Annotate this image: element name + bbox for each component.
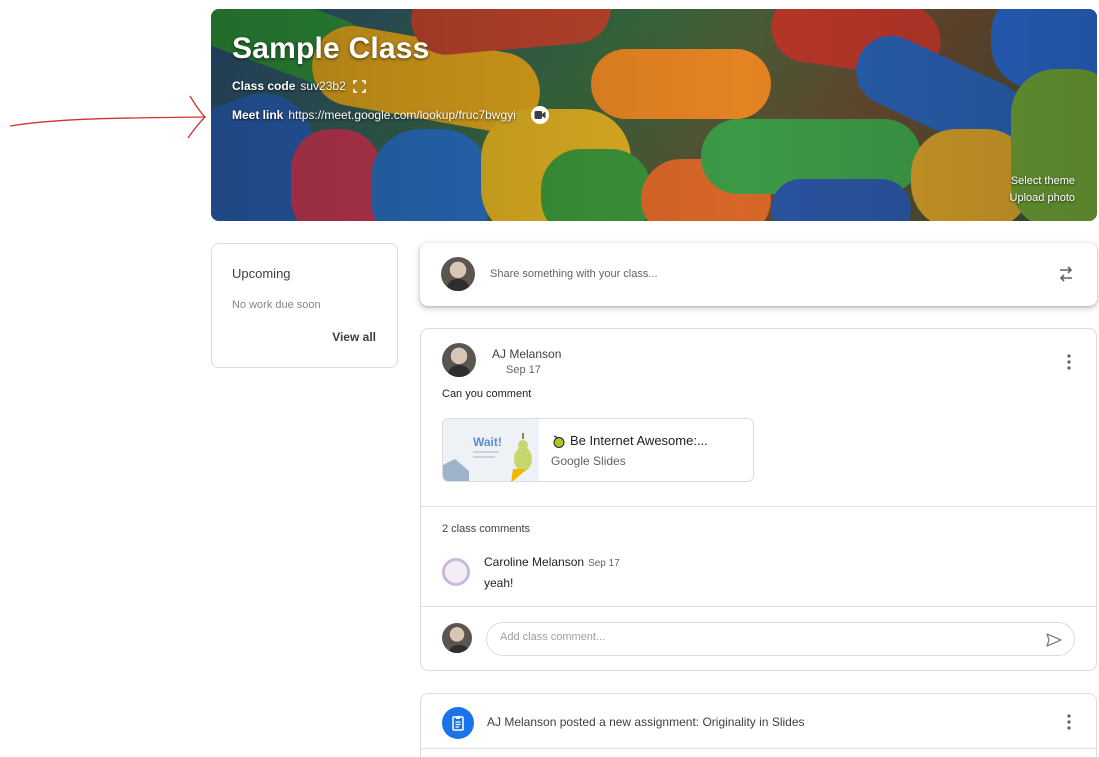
assignment-icon [442,707,474,739]
attachment-title: Be Internet Awesome:... [570,433,708,448]
comment-date: Sep 17 [588,558,620,569]
video-camera-icon [534,111,546,119]
divider [421,606,1096,607]
class-comment-field[interactable] [486,622,1075,656]
more-vert-icon[interactable] [1060,353,1078,371]
avatar [442,343,476,377]
stream-post: AJ Melanson Sep 17 Can you comment Wait! [420,328,1097,671]
banner-theme-links: Select theme Upload photo [1010,173,1075,207]
assignment-post-text: AJ Melanson posted a new assignment: Ori… [487,715,805,729]
class-banner: Sample Class Class code suv23b2 Meet lin… [211,9,1097,221]
post-text: Can you comment [442,388,532,400]
repost-icon[interactable] [1057,264,1075,284]
fullscreen-icon[interactable] [352,79,366,93]
post-author: AJ Melanson [492,347,562,361]
divider [421,748,1096,749]
post-date: Sep 17 [506,364,541,376]
class-code-label: Class code [232,79,296,93]
thumb-wait-text: Wait! [473,435,502,449]
pear-deck-icon [553,434,565,448]
commenter-avatar [442,558,470,586]
attachment-type: Google Slides [551,454,626,468]
class-code-row: Class code suv23b2 [232,79,366,93]
meet-link-label: Meet link [232,108,284,122]
annotation-arrow [9,95,206,139]
more-vert-icon[interactable] [1060,713,1078,731]
upload-photo-link[interactable]: Upload photo [1010,190,1075,207]
avatar [441,257,475,291]
comment-text: yeah! [484,576,514,590]
class-code-value: suv23b2 [300,79,346,93]
attachment-thumbnail: Wait! [443,419,539,481]
meet-video-icon[interactable] [530,106,549,124]
attachment-title-row: Be Internet Awesome:... [551,433,708,448]
avatar [442,623,472,653]
select-theme-link[interactable]: Select theme [1010,173,1075,190]
upcoming-empty-text: No work due soon [232,299,321,311]
share-box[interactable]: Share something with your class... [420,243,1097,306]
meet-link-url[interactable]: https://meet.google.com/lookup/fruc7bwgy… [288,108,515,122]
upcoming-title: Upcoming [232,266,291,281]
class-title: Sample Class [232,32,430,65]
meet-link-row: Meet link https://meet.google.com/lookup… [232,106,549,124]
class-comments-count[interactable]: 2 class comments [442,523,530,535]
comment-author-row: Caroline Melanson Sep 17 [484,555,620,569]
share-placeholder[interactable]: Share something with your class... [490,268,658,280]
assignment-post[interactable]: AJ Melanson posted a new assignment: Ori… [420,693,1097,757]
view-all-link[interactable]: View all [332,330,376,344]
send-icon[interactable] [1045,631,1063,649]
divider [421,506,1096,507]
upcoming-card: Upcoming No work due soon View all [211,243,398,368]
comment-input[interactable] [500,631,1020,643]
comment-author: Caroline Melanson [484,555,585,569]
slides-attachment[interactable]: Wait! Be Internet Awesome:... Google Sli… [442,418,754,482]
